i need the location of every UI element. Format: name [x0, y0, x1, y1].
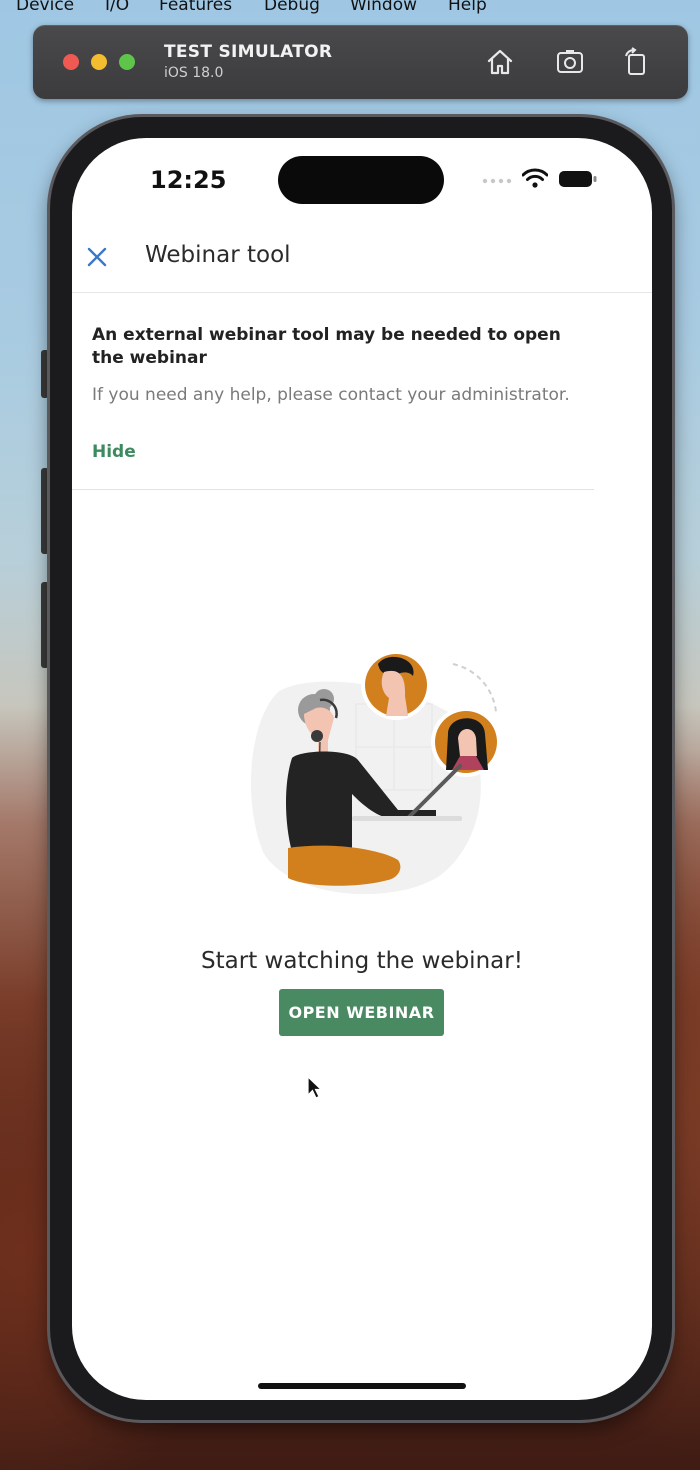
volume-down-button	[41, 582, 49, 668]
simulator-title: TEST SIMULATOR	[164, 42, 333, 62]
screenshot-icon[interactable]	[555, 47, 585, 77]
status-time: 12:25	[150, 166, 227, 194]
phone-screen: 12:25 Webinar tool An external webinar t…	[72, 138, 652, 1400]
webinar-illustration	[251, 652, 501, 895]
dynamic-island	[278, 156, 444, 204]
rotate-icon[interactable]	[621, 47, 651, 77]
simulator-os-version: iOS 18.0	[164, 65, 224, 81]
close-window-button[interactable]	[63, 54, 79, 70]
banner-divider	[72, 489, 594, 490]
action-button	[41, 350, 49, 398]
minimize-window-button[interactable]	[91, 54, 107, 70]
open-webinar-button[interactable]: OPEN WEBINAR	[279, 989, 444, 1036]
cta-heading: Start watching the webinar!	[201, 948, 523, 974]
menu-window[interactable]: Window	[350, 0, 417, 14]
home-icon[interactable]	[485, 47, 515, 77]
navigation-bar: Webinar tool	[72, 224, 652, 293]
page-title: Webinar tool	[145, 242, 291, 268]
simulator-toolbar: TEST SIMULATOR iOS 18.0	[33, 25, 688, 99]
menu-io[interactable]: I/O	[105, 0, 129, 14]
banner-heading: An external webinar tool may be needed t…	[92, 325, 561, 368]
battery-icon	[559, 171, 597, 187]
cellular-signal-icon	[482, 178, 512, 184]
mouse-pointer-icon	[307, 1076, 323, 1099]
banner-text: If you need any help, please contact you…	[92, 385, 570, 405]
volume-up-button	[41, 468, 49, 554]
wifi-icon	[522, 168, 548, 188]
menu-features[interactable]: Features	[159, 0, 232, 14]
menu-help[interactable]: Help	[448, 0, 487, 14]
mac-menu-bar: Device I/O Features Debug Window Help	[0, 0, 700, 18]
close-icon[interactable]	[84, 244, 110, 270]
menu-debug[interactable]: Debug	[264, 0, 320, 14]
home-indicator[interactable]	[258, 1383, 466, 1389]
menu-device[interactable]: Device	[16, 0, 74, 14]
zoom-window-button[interactable]	[119, 54, 135, 70]
hide-banner-link[interactable]: Hide	[92, 442, 136, 462]
info-banner: An external webinar tool may be needed t…	[92, 324, 592, 406]
